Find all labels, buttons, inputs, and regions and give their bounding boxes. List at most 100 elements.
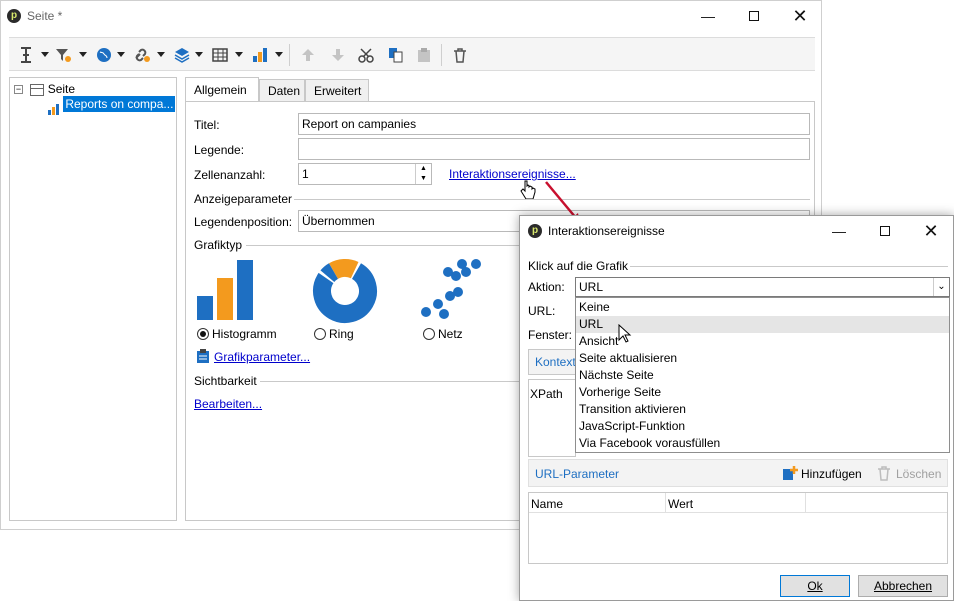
tree-root-label: Seite bbox=[47, 82, 76, 96]
sichtbarkeit-section: Sichtbarkeit bbox=[194, 374, 257, 388]
dropdown-option[interactable]: Keine bbox=[576, 299, 949, 316]
dropdown-option[interactable]: Via Facebook vorausfüllen bbox=[576, 435, 949, 452]
hinzufuegen-button[interactable]: Hinzufügen bbox=[801, 467, 862, 481]
histogram-chart-icon[interactable] bbox=[196, 258, 260, 322]
titel-input[interactable]: Report on campanies bbox=[298, 113, 810, 135]
tree-node-root[interactable]: − Seite bbox=[14, 81, 75, 97]
column-divider bbox=[665, 493, 666, 513]
move-up-icon[interactable] bbox=[297, 46, 319, 64]
kontext-tab[interactable]: Kontext bbox=[528, 349, 576, 375]
legende-label: Legende: bbox=[194, 143, 245, 157]
chart-icon bbox=[48, 103, 59, 115]
legende-input[interactable] bbox=[298, 138, 810, 160]
grafiktyp-section: Grafiktyp bbox=[194, 238, 243, 252]
collapse-icon[interactable]: − bbox=[14, 85, 23, 95]
tree-node-report[interactable]: Reports on compa... bbox=[48, 96, 176, 115]
tree-child-label: Reports on compa... bbox=[63, 96, 176, 112]
xpath-table: XPath bbox=[528, 379, 576, 457]
table-dropdown-caret[interactable] bbox=[235, 52, 243, 57]
loeschen-button[interactable]: Löschen bbox=[896, 467, 941, 481]
tab-erweitert[interactable]: Erweitert bbox=[305, 79, 369, 101]
tab-allgemein[interactable]: Allgemein bbox=[185, 77, 259, 101]
app-logo-icon: p bbox=[528, 224, 542, 238]
chevron-down-icon[interactable]: ⌄ bbox=[933, 278, 949, 296]
titel-label: Titel: bbox=[194, 118, 220, 132]
tab-daten[interactable]: Daten bbox=[259, 79, 305, 101]
delete-icon[interactable] bbox=[449, 46, 471, 64]
layers-icon[interactable] bbox=[171, 46, 193, 64]
netz-label: Netz bbox=[438, 327, 463, 341]
interaktion-link[interactable]: Interaktionsereignisse... bbox=[449, 167, 576, 181]
table-icon[interactable] bbox=[209, 46, 231, 64]
link-dropdown-caret[interactable] bbox=[157, 52, 165, 57]
copy-icon[interactable] bbox=[385, 46, 407, 64]
histogramm-label: Histogramm bbox=[212, 327, 277, 341]
dialog-close-button[interactable]: ✕ bbox=[908, 216, 954, 246]
chart-icon[interactable] bbox=[249, 46, 271, 64]
cut-icon[interactable] bbox=[355, 46, 377, 64]
dropdown-option[interactable]: Seite aktualisieren bbox=[576, 350, 949, 367]
page-icon bbox=[30, 83, 45, 96]
title-bar: p Seite * — ✕ bbox=[1, 1, 821, 31]
scatter-chart-icon[interactable] bbox=[420, 256, 490, 322]
dialog-minimize-button[interactable]: — bbox=[816, 216, 862, 246]
insert-icon[interactable] bbox=[15, 46, 37, 64]
toolbar bbox=[9, 37, 815, 71]
dialog-title-bar: p Interaktionsereignisse — ✕ bbox=[520, 216, 953, 246]
dropdown-option[interactable]: Vorherige Seite bbox=[576, 384, 949, 401]
fenster-label: Fenster: bbox=[528, 328, 573, 342]
clipboard-icon bbox=[197, 349, 209, 363]
aktion-select[interactable]: URL ⌄ bbox=[575, 277, 950, 297]
netz-radio[interactable] bbox=[423, 328, 435, 340]
ring-radio[interactable] bbox=[314, 328, 326, 340]
layers-dropdown-caret[interactable] bbox=[195, 52, 203, 57]
maximize-button[interactable] bbox=[731, 1, 777, 31]
insert-dropdown-caret[interactable] bbox=[41, 52, 49, 57]
minimize-button[interactable]: — bbox=[685, 1, 731, 31]
chart-dropdown-caret[interactable] bbox=[275, 52, 283, 57]
abbrechen-button[interactable]: Abbrechen bbox=[858, 575, 948, 597]
interaktion-dialog: p Interaktionsereignisse — ✕ Klick auf d… bbox=[519, 215, 954, 601]
filter-dropdown-caret[interactable] bbox=[79, 52, 87, 57]
trash-icon[interactable] bbox=[877, 465, 891, 481]
col-wert[interactable]: Wert bbox=[668, 497, 693, 511]
dropdown-option[interactable]: Nächste Seite bbox=[576, 367, 949, 384]
dialog-maximize-button[interactable] bbox=[862, 216, 908, 246]
window-title: Seite * bbox=[27, 9, 63, 23]
ring-chart-icon[interactable] bbox=[312, 258, 378, 324]
zellen-value: 1 bbox=[302, 167, 309, 181]
url-label: URL: bbox=[528, 304, 556, 318]
url-params-label: URL-Parameter bbox=[535, 467, 620, 481]
move-down-icon[interactable] bbox=[327, 46, 349, 64]
column-divider bbox=[805, 493, 806, 513]
col-name[interactable]: Name bbox=[531, 497, 563, 511]
add-icon[interactable] bbox=[782, 465, 798, 481]
histogramm-radio[interactable] bbox=[197, 328, 209, 340]
grafikparameter-link[interactable]: Grafikparameter... bbox=[214, 350, 310, 364]
tree-panel: − Seite Reports on compa... bbox=[9, 77, 177, 521]
app-logo-icon: p bbox=[7, 9, 21, 23]
table-header: Name Wert bbox=[529, 493, 947, 513]
ok-button[interactable]: Ok bbox=[780, 575, 850, 597]
url-params-table: Name Wert bbox=[528, 492, 948, 564]
close-button[interactable]: ✕ bbox=[777, 1, 823, 31]
anzeige-section: Anzeigeparameter bbox=[194, 192, 293, 206]
bearbeiten-link[interactable]: Bearbeiten... bbox=[194, 397, 262, 411]
dropdown-option[interactable]: JavaScript-Funktion bbox=[576, 418, 949, 435]
klick-section: Klick auf die Grafik bbox=[528, 259, 629, 273]
globe-icon[interactable] bbox=[93, 46, 115, 64]
legendenpos-label: Legendenposition: bbox=[194, 215, 293, 229]
url-param-bar: URL-Parameter Hinzufügen Löschen bbox=[528, 459, 948, 487]
dialog-title: Interaktionsereignisse bbox=[548, 224, 665, 238]
ok-label: Ok bbox=[807, 579, 823, 593]
spin-buttons[interactable]: ▲ ▼ bbox=[415, 164, 431, 184]
toolbar-separator bbox=[441, 44, 442, 66]
zellen-spinner[interactable]: 1 ▲ ▼ bbox=[298, 163, 432, 185]
dropdown-option[interactable]: Transition aktivieren bbox=[576, 401, 949, 418]
aktion-dropdown-list: Keine URL Ansicht Seite aktualisieren Nä… bbox=[575, 297, 950, 453]
ring-label: Ring bbox=[329, 327, 354, 341]
filter-icon[interactable] bbox=[53, 46, 75, 64]
globe-dropdown-caret[interactable] bbox=[117, 52, 125, 57]
paste-icon[interactable] bbox=[413, 46, 435, 64]
link-icon[interactable] bbox=[131, 46, 153, 64]
